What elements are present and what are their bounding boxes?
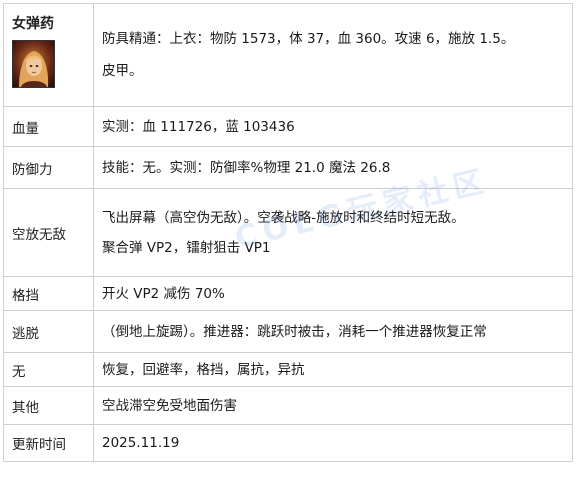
row-value: 空战滞空免受地面伤害 [93, 386, 573, 425]
value-line: 飞出屏幕（高空伪无敌）。空袭战略-施放时和终结时短无敌。 [102, 209, 465, 226]
row-label: 格挡 [3, 276, 94, 311]
row-invincible: 空放无敌 飞出屏幕（高空伪无敌）。空袭战略-施放时和终结时短无敌。 聚合弹 VP… [3, 188, 573, 277]
row-value: 恢复，回避率，格挡，属抗，异抗 [93, 352, 573, 387]
value-line: 聚合弹 VP2，镭射狙击 VP1 [102, 239, 271, 256]
row-defense: 防御力 技能：无。实测：防御率%物理 21.0 魔法 26.8 [3, 146, 573, 189]
row-value: 2025.11.19 [93, 424, 573, 462]
row-none: 无 恢复，回避率，格挡，属抗，异抗 [3, 352, 573, 387]
row-label: 防御力 [3, 146, 94, 189]
header-row: 女弹药 防具精通：上衣：物防 1573，体 37，血 360。攻速 6，施放 1… [3, 3, 573, 107]
row-value: 开火 VP2 减伤 70% [93, 276, 573, 311]
row-value: 飞出屏幕（高空伪无敌）。空袭战略-施放时和终结时短无敌。 聚合弹 VP2，镭射狙… [93, 188, 573, 277]
character-info-table: 女弹药 防具精通：上衣：物防 1573，体 37，血 360。攻速 6，施放 1… [3, 3, 573, 462]
row-value: （倒地上旋踢）。推进器：跳跃时被击，消耗一个推进器恢复正常 [93, 310, 573, 353]
row-escape: 逃脱 （倒地上旋踢）。推进器：跳跃时被击，消耗一个推进器恢复正常 [3, 310, 573, 353]
row-updated: 更新时间 2025.11.19 [3, 424, 573, 462]
row-label: 血量 [3, 106, 94, 147]
row-label: 无 [3, 352, 94, 387]
armor-mastery-cell: 防具精通：上衣：物防 1573，体 37，血 360。攻速 6，施放 1.5。 … [93, 3, 573, 107]
armor-mastery-text: 防具精通：上衣：物防 1573，体 37，血 360。攻速 6，施放 1.5。 [102, 31, 515, 47]
hero-cell: 女弹药 [3, 3, 94, 107]
row-block: 格挡 开火 VP2 减伤 70% [3, 276, 573, 311]
row-other: 其他 空战滞空免受地面伤害 [3, 386, 573, 425]
row-hp: 血量 实测：血 111726，蓝 103436 [3, 106, 573, 147]
row-label: 其他 [3, 386, 94, 425]
row-label: 更新时间 [3, 424, 94, 462]
row-label: 逃脱 [3, 310, 94, 353]
row-value: 实测：血 111726，蓝 103436 [93, 106, 573, 147]
row-value: 技能：无。实测：防御率%物理 21.0 魔法 26.8 [93, 146, 573, 189]
armor-type-text: 皮甲。 [102, 63, 143, 79]
portrait-icon [12, 40, 55, 88]
hero-name: 女弹药 [12, 16, 54, 32]
row-label: 空放无敌 [3, 188, 94, 277]
